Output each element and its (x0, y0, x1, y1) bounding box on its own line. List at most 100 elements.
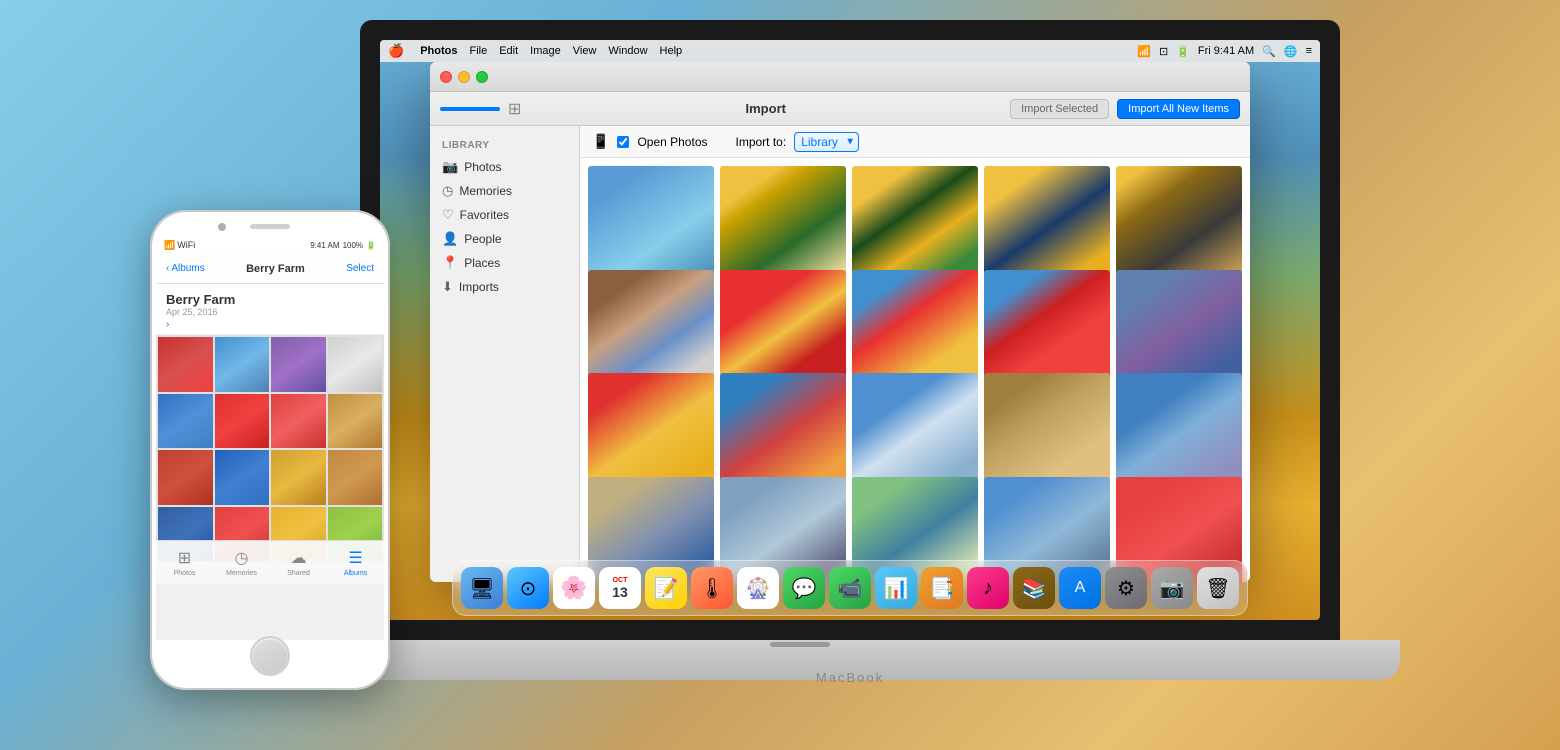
tab-shared-icon: ☁ (291, 548, 307, 568)
dock-itunes[interactable]: ♪ (967, 567, 1009, 609)
iphone-tab-bar: ⊞ Photos ◷ Memories ☁ Shared ☰ Albums (156, 540, 384, 584)
iphone-album-title: Berry Farm (166, 292, 374, 307)
sidebar-item-places[interactable]: 📍 Places (430, 251, 579, 275)
iphone-back-button[interactable]: ‹ Albums (166, 263, 205, 274)
iphone-photo[interactable] (271, 394, 326, 449)
iphone-photo[interactable] (328, 337, 383, 392)
iphone-photo[interactable] (271, 337, 326, 392)
airplay-icon: ⊡ (1159, 45, 1168, 58)
dock-appstore[interactable]: A (1059, 567, 1101, 609)
dock-messages[interactable]: 💬 (783, 567, 825, 609)
menu-image[interactable]: Image (530, 45, 561, 57)
toolbar-slider[interactable] (440, 107, 500, 111)
import-subbar: 📱 Open Photos Import to: Library ▼ (580, 126, 1250, 158)
iphone-photo[interactable] (328, 450, 383, 505)
iphone-speaker (250, 224, 290, 229)
dock-books[interactable]: 📚 (1013, 567, 1055, 609)
iphone-photo[interactable] (158, 450, 213, 505)
back-chevron-icon: ‹ (166, 263, 169, 274)
iphone-photo[interactable] (328, 394, 383, 449)
dock-safari[interactable]: ⊙ (507, 567, 549, 609)
window-body: Library 📷 Photos ◷ Memories ♡ Favorites (430, 126, 1250, 582)
dock-finder[interactable]: 🖥 (461, 567, 503, 609)
dock-photos[interactable]: 🌸 (553, 567, 595, 609)
sidebar-places-label: Places (464, 256, 500, 270)
iphone-nav-back-label: Albums (171, 263, 204, 274)
menu-window[interactable]: Window (608, 45, 647, 57)
iphone-tab-memories-label: Memories (226, 570, 257, 577)
macbook-screen-bezel: 🍎 Photos File Edit Image View Window Hel… (360, 20, 1340, 640)
dock-numbers[interactable]: 📊 (875, 567, 917, 609)
sidebar-item-photos[interactable]: 📷 Photos (430, 155, 579, 179)
iphone-tab-albums[interactable]: ☰ Albums (327, 548, 384, 577)
dock-pinwheel[interactable]: 🎡 (737, 567, 779, 609)
import-to-label: Import to: (736, 135, 787, 149)
dock-facetime[interactable]: 📹 (829, 567, 871, 609)
iphone-nav: ‹ Albums Berry Farm Select (156, 254, 384, 284)
iphone-tab-albums-label: Albums (344, 570, 367, 577)
sidebar-item-favorites[interactable]: ♡ Favorites (430, 203, 579, 227)
iphone-screen: 📶 WiFi 9:41 AM 100% 🔋 ‹ Albums Berry Far… (156, 236, 384, 640)
iphone-battery-icon: 🔋 (366, 241, 376, 250)
iphone-photo[interactable] (215, 394, 270, 449)
apple-menu[interactable]: 🍎 (388, 43, 404, 59)
macbook-hinge-notch (770, 642, 830, 647)
people-icon: 👤 (442, 231, 458, 247)
close-button[interactable] (440, 71, 452, 83)
menu-photos[interactable]: Photos (420, 45, 457, 57)
content-area: 📱 Open Photos Import to: Library ▼ (580, 126, 1250, 582)
dock-photos2[interactable]: 📷 (1151, 567, 1193, 609)
iphone-photo[interactable] (271, 450, 326, 505)
iphone-tab-shared-label: Shared (287, 570, 310, 577)
import-to-select-wrapper: Library ▼ (794, 132, 859, 152)
sidebar-library-label: Library (430, 136, 579, 155)
sidebar-favorites-label: Favorites (460, 208, 509, 222)
maximize-button[interactable] (476, 71, 488, 83)
import-all-button[interactable]: Import All New Items (1117, 99, 1240, 119)
search-icon[interactable]: 🔍 (1262, 45, 1276, 58)
iphone-album-header: Berry Farm Apr 25, 2016 › (156, 284, 384, 335)
dock-calendar[interactable]: OCT 13 (599, 567, 641, 609)
imports-icon: ⬇ (442, 279, 453, 295)
sidebar-memories-label: Memories (459, 184, 512, 198)
sidebar-people-label: People (464, 232, 501, 246)
iphone-tab-shared[interactable]: ☁ Shared (270, 548, 327, 577)
sidebar-item-imports[interactable]: ⬇ Imports (430, 275, 579, 299)
import-selected-button[interactable]: Import Selected (1010, 99, 1109, 119)
photo-grid (580, 158, 1250, 582)
dock-thermometer[interactable]: 🌡 (691, 567, 733, 609)
sidebar-item-memories[interactable]: ◷ Memories (430, 179, 579, 203)
menu-edit[interactable]: Edit (499, 45, 518, 57)
sidebar-imports-label: Imports (459, 280, 499, 294)
tab-memories-icon: ◷ (235, 548, 249, 568)
iphone-photo[interactable] (158, 337, 213, 392)
iphone-photo[interactable] (158, 394, 213, 449)
iphone-album-chevron[interactable]: › (166, 319, 374, 330)
menu-file[interactable]: File (469, 45, 487, 57)
menu-view[interactable]: View (573, 45, 597, 57)
dock-keynote[interactable]: 📑 (921, 567, 963, 609)
dock-notes[interactable]: 📝 (645, 567, 687, 609)
notification-icon[interactable]: ≡ (1306, 45, 1312, 57)
wifi-status-icon: WiFi (177, 240, 195, 250)
iphone-status-right: 9:41 AM 100% 🔋 (310, 241, 376, 250)
sidebar-item-people[interactable]: 👤 People (430, 227, 579, 251)
open-photos-checkbox[interactable] (617, 136, 629, 148)
iphone-select-button[interactable]: Select (346, 263, 374, 274)
import-to-select[interactable]: Library (794, 132, 859, 152)
iphone-camera (218, 223, 226, 231)
iphone-photo[interactable] (215, 450, 270, 505)
iphone-tab-memories[interactable]: ◷ Memories (213, 548, 270, 577)
macbook: 🍎 Photos File Edit Image View Window Hel… (300, 20, 1400, 740)
iphone-status-bar: 📶 WiFi 9:41 AM 100% 🔋 (156, 236, 384, 254)
siri-icon[interactable]: 🌐 (1284, 45, 1298, 58)
iphone-tab-photos[interactable]: ⊞ Photos (156, 548, 213, 577)
grid-view-icon[interactable]: ⊞ (508, 99, 521, 119)
iphone-home-button[interactable] (250, 636, 290, 676)
iphone-photo[interactable] (215, 337, 270, 392)
minimize-button[interactable] (458, 71, 470, 83)
dock: 🖥 ⊙ 🌸 OCT 13 📝 🌡 🎡 💬 📹 📊 📑 ♪ 📚 A ⚙ 📷 (452, 560, 1248, 616)
dock-trash[interactable]: 🗑 (1197, 567, 1239, 609)
menu-help[interactable]: Help (660, 45, 683, 57)
dock-settings[interactable]: ⚙ (1105, 567, 1147, 609)
